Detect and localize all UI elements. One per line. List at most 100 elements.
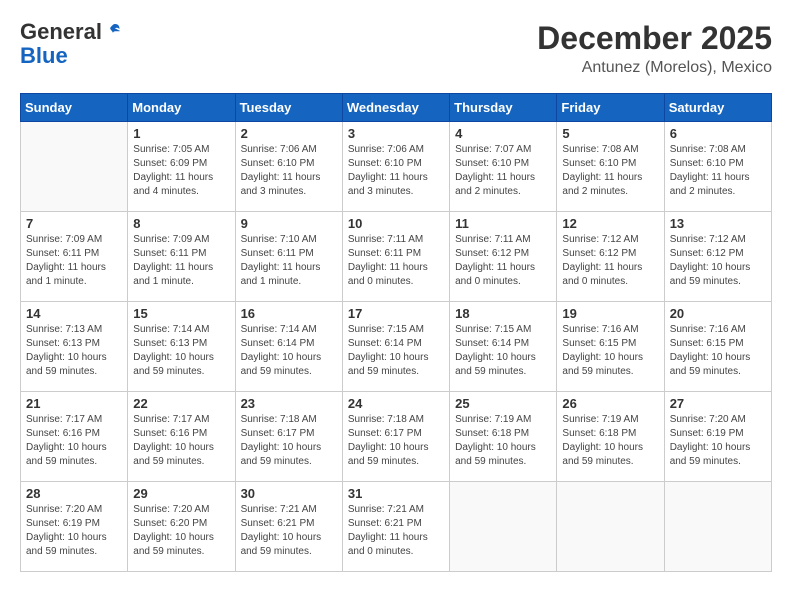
day-info: Sunrise: 7:17 AM Sunset: 6:16 PM Dayligh… — [133, 413, 229, 469]
day-number: 31 — [348, 486, 444, 501]
calendar-week-row: 28 Sunrise: 7:20 AM Sunset: 6:19 PM Dayli… — [21, 482, 772, 572]
calendar-week-row: 14Sunrise: 7:13 AM Sunset: 6:13 PM Dayli… — [21, 302, 772, 392]
day-number: 16 — [241, 306, 337, 321]
calendar-cell: 31 Sunrise: 7:21 AM Sunset: 6:21 PM Dayli… — [342, 482, 449, 572]
column-header-wednesday: Wednesday — [342, 94, 449, 122]
calendar-cell: 15Sunrise: 7:14 AM Sunset: 6:13 PM Dayli… — [128, 302, 235, 392]
day-info: Sunrise: 7:06 AM Sunset: 6:10 PM Dayligh… — [241, 143, 337, 199]
day-number: 13 — [670, 216, 766, 231]
day-info: Sunrise: 7:18 AM Sunset: 6:17 PM Dayligh… — [241, 413, 337, 469]
location-title: Antunez (Morelos), Mexico — [537, 59, 772, 77]
day-info: Sunrise: 7:09 AM Sunset: 6:11 PM Dayligh… — [26, 233, 122, 289]
day-info: Sunrise: 7:06 AM Sunset: 6:10 PM Dayligh… — [348, 143, 444, 199]
calendar-cell — [21, 122, 128, 212]
day-number: 2 — [241, 126, 337, 141]
calendar-cell: 10 Sunrise: 7:11 AM Sunset: 6:11 PM Dayli… — [342, 212, 449, 302]
day-info: Sunrise: 7:20 AM Sunset: 6:20 PM Dayligh… — [133, 503, 229, 559]
day-info: Sunrise: 7:12 AM Sunset: 6:12 PM Dayligh… — [562, 233, 658, 289]
calendar-cell: 7 Sunrise: 7:09 AM Sunset: 6:11 PM Daylig… — [21, 212, 128, 302]
day-number: 10 — [348, 216, 444, 231]
calendar-week-row: 21 Sunrise: 7:17 AM Sunset: 6:16 PM Dayli… — [21, 392, 772, 482]
day-number: 28 — [26, 486, 122, 501]
day-number: 30 — [241, 486, 337, 501]
calendar-cell: 1Sunrise: 7:05 AM Sunset: 6:09 PM Daylig… — [128, 122, 235, 212]
day-info: Sunrise: 7:09 AM Sunset: 6:11 PM Dayligh… — [133, 233, 229, 289]
calendar-cell: 20 Sunrise: 7:16 AM Sunset: 6:15 PM Dayli… — [664, 302, 771, 392]
day-info: Sunrise: 7:14 AM Sunset: 6:14 PM Dayligh… — [241, 323, 337, 379]
day-number: 20 — [670, 306, 766, 321]
day-info: Sunrise: 7:11 AM Sunset: 6:12 PM Dayligh… — [455, 233, 551, 289]
day-number: 29 — [133, 486, 229, 501]
day-number: 19 — [562, 306, 658, 321]
calendar-cell: 6 Sunrise: 7:08 AM Sunset: 6:10 PM Daylig… — [664, 122, 771, 212]
calendar-week-row: 1Sunrise: 7:05 AM Sunset: 6:09 PM Daylig… — [21, 122, 772, 212]
day-number: 22 — [133, 396, 229, 411]
day-number: 21 — [26, 396, 122, 411]
logo-general-text: General — [20, 20, 102, 44]
calendar-cell: 28 Sunrise: 7:20 AM Sunset: 6:19 PM Dayli… — [21, 482, 128, 572]
day-info: Sunrise: 7:07 AM Sunset: 6:10 PM Dayligh… — [455, 143, 551, 199]
calendar-cell — [557, 482, 664, 572]
calendar-cell: 14Sunrise: 7:13 AM Sunset: 6:13 PM Dayli… — [21, 302, 128, 392]
calendar-cell: 21 Sunrise: 7:17 AM Sunset: 6:16 PM Dayli… — [21, 392, 128, 482]
title-block: December 2025 Antunez (Morelos), Mexico — [537, 20, 772, 77]
day-info: Sunrise: 7:16 AM Sunset: 6:15 PM Dayligh… — [670, 323, 766, 379]
calendar-header-row: SundayMondayTuesdayWednesdayThursdayFrid… — [21, 94, 772, 122]
day-number: 15 — [133, 306, 229, 321]
day-info: Sunrise: 7:13 AM Sunset: 6:13 PM Dayligh… — [26, 323, 122, 379]
page-header: General Blue December 2025 Antunez (More… — [20, 20, 772, 77]
calendar-cell: 4 Sunrise: 7:07 AM Sunset: 6:10 PM Daylig… — [450, 122, 557, 212]
day-info: Sunrise: 7:15 AM Sunset: 6:14 PM Dayligh… — [455, 323, 551, 379]
day-number: 18 — [455, 306, 551, 321]
column-header-tuesday: Tuesday — [235, 94, 342, 122]
calendar-cell: 13 Sunrise: 7:12 AM Sunset: 6:12 PM Dayli… — [664, 212, 771, 302]
day-info: Sunrise: 7:21 AM Sunset: 6:21 PM Dayligh… — [241, 503, 337, 559]
day-info: Sunrise: 7:18 AM Sunset: 6:17 PM Dayligh… — [348, 413, 444, 469]
day-number: 24 — [348, 396, 444, 411]
day-info: Sunrise: 7:10 AM Sunset: 6:11 PM Dayligh… — [241, 233, 337, 289]
day-info: Sunrise: 7:21 AM Sunset: 6:21 PM Dayligh… — [348, 503, 444, 559]
day-number: 27 — [670, 396, 766, 411]
day-info: Sunrise: 7:05 AM Sunset: 6:09 PM Dayligh… — [133, 143, 229, 199]
day-number: 12 — [562, 216, 658, 231]
calendar-cell: 12 Sunrise: 7:12 AM Sunset: 6:12 PM Dayli… — [557, 212, 664, 302]
day-info: Sunrise: 7:19 AM Sunset: 6:18 PM Dayligh… — [562, 413, 658, 469]
calendar-table: SundayMondayTuesdayWednesdayThursdayFrid… — [20, 93, 772, 572]
calendar-cell: 22 Sunrise: 7:17 AM Sunset: 6:16 PM Dayli… — [128, 392, 235, 482]
day-number: 8 — [133, 216, 229, 231]
day-number: 9 — [241, 216, 337, 231]
calendar-cell: 27Sunrise: 7:20 AM Sunset: 6:19 PM Dayli… — [664, 392, 771, 482]
day-info: Sunrise: 7:16 AM Sunset: 6:15 PM Dayligh… — [562, 323, 658, 379]
month-title: December 2025 — [537, 20, 772, 57]
day-number: 23 — [241, 396, 337, 411]
calendar-cell: 29 Sunrise: 7:20 AM Sunset: 6:20 PM Dayli… — [128, 482, 235, 572]
day-info: Sunrise: 7:08 AM Sunset: 6:10 PM Dayligh… — [670, 143, 766, 199]
calendar-cell: 2 Sunrise: 7:06 AM Sunset: 6:10 PM Daylig… — [235, 122, 342, 212]
calendar-cell: 30 Sunrise: 7:21 AM Sunset: 6:21 PM Dayli… — [235, 482, 342, 572]
day-number: 5 — [562, 126, 658, 141]
calendar-cell — [664, 482, 771, 572]
logo-bird-icon — [104, 22, 122, 40]
day-info: Sunrise: 7:17 AM Sunset: 6:16 PM Dayligh… — [26, 413, 122, 469]
day-info: Sunrise: 7:20 AM Sunset: 6:19 PM Dayligh… — [26, 503, 122, 559]
day-number: 17 — [348, 306, 444, 321]
day-number: 26 — [562, 396, 658, 411]
calendar-cell: 23 Sunrise: 7:18 AM Sunset: 6:17 PM Dayli… — [235, 392, 342, 482]
day-info: Sunrise: 7:19 AM Sunset: 6:18 PM Dayligh… — [455, 413, 551, 469]
day-number: 4 — [455, 126, 551, 141]
calendar-cell: 24 Sunrise: 7:18 AM Sunset: 6:17 PM Dayli… — [342, 392, 449, 482]
day-number: 6 — [670, 126, 766, 141]
column-header-thursday: Thursday — [450, 94, 557, 122]
calendar-cell: 16 Sunrise: 7:14 AM Sunset: 6:14 PM Dayli… — [235, 302, 342, 392]
day-number: 25 — [455, 396, 551, 411]
day-info: Sunrise: 7:11 AM Sunset: 6:11 PM Dayligh… — [348, 233, 444, 289]
day-info: Sunrise: 7:12 AM Sunset: 6:12 PM Dayligh… — [670, 233, 766, 289]
calendar-cell: 11 Sunrise: 7:11 AM Sunset: 6:12 PM Dayli… — [450, 212, 557, 302]
calendar-cell: 26 Sunrise: 7:19 AM Sunset: 6:18 PM Dayli… — [557, 392, 664, 482]
day-info: Sunrise: 7:08 AM Sunset: 6:10 PM Dayligh… — [562, 143, 658, 199]
day-number: 7 — [26, 216, 122, 231]
calendar-cell: 5 Sunrise: 7:08 AM Sunset: 6:10 PM Daylig… — [557, 122, 664, 212]
calendar-cell: 17Sunrise: 7:15 AM Sunset: 6:14 PM Dayli… — [342, 302, 449, 392]
calendar-cell: 8 Sunrise: 7:09 AM Sunset: 6:11 PM Daylig… — [128, 212, 235, 302]
day-number: 11 — [455, 216, 551, 231]
